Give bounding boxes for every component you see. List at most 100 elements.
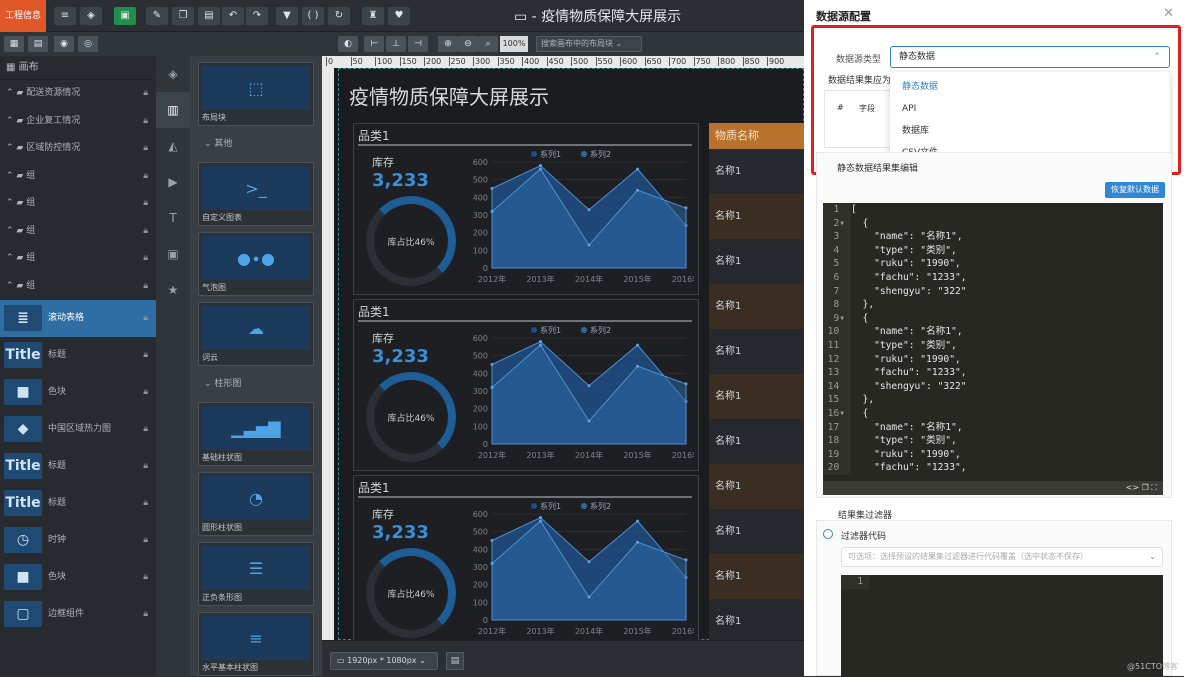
lock-icon[interactable]: 🔒︎ xyxy=(143,218,148,246)
section-other[interactable]: ⌄ 其他 xyxy=(190,132,322,156)
lock-icon[interactable]: 🔒︎ xyxy=(143,522,148,559)
lock-icon[interactable]: 🔒︎ xyxy=(143,448,148,485)
lock-icon[interactable]: 🔒︎ xyxy=(143,559,148,596)
shirt-icon[interactable]: ♜ xyxy=(362,7,384,25)
ratio-label: 库占比46% xyxy=(387,413,435,424)
ring-bar-card[interactable]: ◔ 圆形柱状图 xyxy=(198,472,314,536)
x-tick-label: 2013年 xyxy=(526,274,554,284)
fullscreen-icon[interactable]: ⛶ xyxy=(1151,483,1157,492)
code-editor[interactable]: 1 [2▾ {3 "name": "名称1", 4 "type": "类别", 5 … xyxy=(823,203,1163,495)
ruler-tick: 400 xyxy=(522,57,540,66)
ruler-tick: 900 xyxy=(767,57,785,66)
layer-group[interactable]: ⌃ ▰ 区域防控情况 🔒︎ xyxy=(0,135,156,163)
save-icon[interactable]: ▣ xyxy=(114,7,136,25)
layer-group[interactable]: ⌃ ▰ 企业复工情况 🔒︎ xyxy=(0,108,156,136)
lock-icon[interactable]: 🔒︎ xyxy=(143,135,148,163)
canvas-area[interactable]: 疫情物质保障大屏展示 品类1 库存 3,233 库占比46% 0 100 200 300 400… xyxy=(334,68,804,640)
layer-component[interactable]: Title 标题 🔒︎ xyxy=(0,337,156,374)
lock-icon[interactable]: 🔒︎ xyxy=(143,374,148,411)
lock-icon[interactable]: 🔒︎ xyxy=(143,596,148,633)
code-text: { xyxy=(851,407,869,419)
project-info-button[interactable]: 工程信息 xyxy=(0,0,46,32)
zoom-out-icon[interactable]: ⊖ xyxy=(458,36,478,52)
lock-icon[interactable]: 🔒︎ xyxy=(143,190,148,218)
word-cloud-card[interactable]: ☁ 词云 xyxy=(198,302,314,366)
filter-icon[interactable]: ▼ xyxy=(276,7,298,25)
layer-group[interactable]: ⌃ ▰ 组 🔒︎ xyxy=(0,163,156,191)
restore-default-button[interactable]: 恢复默认数据 xyxy=(1105,182,1165,198)
cube-icon[interactable]: ◈ xyxy=(80,7,102,25)
layer-group[interactable]: ⌃ ▰ 组 🔒︎ xyxy=(0,273,156,301)
lock-icon[interactable]: 🔒︎ xyxy=(143,300,148,337)
zoom-fit-icon[interactable]: ⌕ xyxy=(478,36,498,52)
layer-component[interactable]: ■ 色块 🔒︎ xyxy=(0,559,156,596)
basic-bar-card[interactable]: ▁▃▅▇ 基础柱状图 xyxy=(198,402,314,466)
lock-icon[interactable]: 🔒︎ xyxy=(143,80,148,108)
code-icon[interactable]: <> xyxy=(1126,483,1139,492)
align-left-icon[interactable]: ⊢ xyxy=(364,36,384,52)
scroll-table[interactable]: 物质名称 名称1 名称1 名称1 名称1 名称1 名称1 名称1 名称1 名称1 名称1 名称1 xyxy=(709,123,804,640)
lock-icon[interactable]: 🔒︎ xyxy=(143,245,148,273)
layer-group[interactable]: ⌃ ▰ 配送资源情况 🔒︎ xyxy=(0,80,156,108)
layer-component[interactable]: ◷ 时钟 🔒︎ xyxy=(0,522,156,559)
bubble-chart-card[interactable]: ●∙● 气泡图 xyxy=(198,232,314,296)
lock-icon[interactable]: 🔒︎ xyxy=(143,411,148,448)
align-center-icon[interactable]: ⊥ xyxy=(386,36,406,52)
layer-component[interactable]: ▢ 边框组件 🔒︎ xyxy=(0,596,156,633)
heart-icon[interactable]: ♥ xyxy=(388,7,410,25)
copy-icon[interactable]: ❐ xyxy=(1142,483,1149,492)
briefcase-icon[interactable]: ▤ xyxy=(198,7,220,25)
layer-component[interactable]: ■ 色块 🔒︎ xyxy=(0,374,156,411)
layers-icon[interactable]: ≡ xyxy=(54,7,76,25)
lock-icon[interactable]: 🔒︎ xyxy=(143,108,148,136)
list-icon[interactable]: ▤ xyxy=(28,36,48,52)
layout-block-card[interactable]: ⬚ 布局块 xyxy=(198,62,314,126)
zoom-level[interactable]: 100% xyxy=(500,36,528,52)
code-text: }, xyxy=(851,394,875,406)
grid-icon[interactable]: ▦ xyxy=(4,36,24,52)
favorite-category-icon[interactable]: ★ xyxy=(156,272,190,308)
layer-group[interactable]: ⌃ ▰ 组 🔒︎ xyxy=(0,218,156,246)
canvas-search-input[interactable]: 搜索画布中的布局块 ⌄ xyxy=(536,36,642,52)
layer-group[interactable]: ⌃ ▰ 组 🔒︎ xyxy=(0,190,156,218)
preview-icon[interactable]: ▤ xyxy=(446,652,464,670)
close-icon[interactable]: ✕ xyxy=(1163,6,1174,21)
copy-icon[interactable]: ❐ xyxy=(172,7,194,25)
layer-component[interactable]: ≣ 滚动表格 🔒︎ xyxy=(0,300,156,337)
redo-icon[interactable]: ↷ xyxy=(246,7,268,25)
zoom-in-icon[interactable]: ⊕ xyxy=(438,36,458,52)
map-category-icon[interactable]: ◭ xyxy=(156,128,190,164)
ruler-tick: 150 xyxy=(399,57,417,66)
chevron-down-icon: ⌄ xyxy=(204,139,215,149)
align-right-icon[interactable]: ⊣ xyxy=(408,36,428,52)
lock-icon[interactable]: 🔒︎ xyxy=(143,163,148,191)
layer-component[interactable]: Title 标题 🔒︎ xyxy=(0,485,156,522)
panel-body: 库存 3,233 库占比46% 0 100 200 300 400 500 600 系列1 系列2 20… xyxy=(358,320,700,466)
horiz-bar-card[interactable]: ≡ 水平基本柱状图 xyxy=(198,612,314,676)
cube-category-icon[interactable]: ◈ xyxy=(156,56,190,92)
posneg-bar-card[interactable]: ☰ 正负条形图 xyxy=(198,542,314,606)
text-category-icon[interactable]: T xyxy=(156,200,190,236)
contrast-icon[interactable]: ◐ xyxy=(338,36,358,52)
refresh-icon[interactable]: ↻ xyxy=(328,7,350,25)
form-category-icon[interactable]: ▣ xyxy=(156,236,190,272)
layer-group[interactable]: ⌃ ▰ 组 🔒︎ xyxy=(0,245,156,273)
media-category-icon[interactable]: ▶ xyxy=(156,164,190,200)
filter-code-editor[interactable]: 1 xyxy=(841,575,1163,677)
eye-off-icon[interactable]: ◎ xyxy=(78,36,98,52)
variable-icon[interactable]: ( ) xyxy=(302,7,324,25)
chart-category-icon[interactable]: ▥ xyxy=(156,92,190,128)
filter-radio[interactable] xyxy=(823,529,833,539)
lock-icon[interactable]: 🔒︎ xyxy=(143,273,148,301)
lock-icon[interactable]: 🔒︎ xyxy=(143,337,148,374)
resolution-select[interactable]: ▭ 1920px * 1080px ⌄ xyxy=(330,652,438,670)
layer-component[interactable]: ◆ 中国区域热力图 🔒︎ xyxy=(0,411,156,448)
lock-icon[interactable]: 🔒︎ xyxy=(143,485,148,522)
filter-preset-select[interactable]: 可选项：选择预设的结果集过滤器进行代码覆盖（选中状态不保存） ⌄ xyxy=(841,547,1163,567)
section-bar[interactable]: ⌄ 柱形图 xyxy=(190,372,322,396)
undo-icon[interactable]: ↶ xyxy=(222,7,244,25)
layer-component[interactable]: Title 标题 🔒︎ xyxy=(0,448,156,485)
custom-chart-card[interactable]: >_ 自定义图表 xyxy=(198,162,314,226)
eraser-icon[interactable]: ✎ xyxy=(146,7,168,25)
eye-icon[interactable]: ◉ xyxy=(54,36,74,52)
